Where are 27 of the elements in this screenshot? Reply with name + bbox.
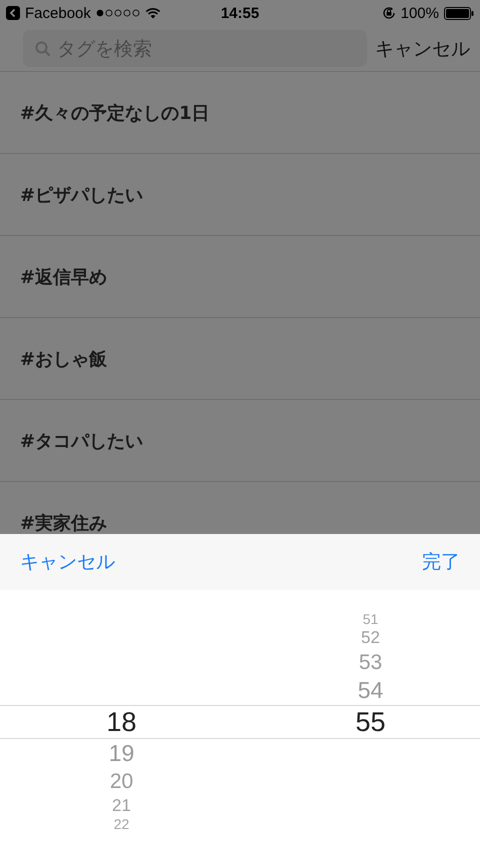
picker-option[interactable]: 53 [358,649,382,676]
picker-option[interactable]: 22 [114,817,130,832]
tag-item[interactable]: #実家住み [20,510,108,534]
back-app-label[interactable]: Facebook [25,4,91,22]
tag-item[interactable]: #ピザパしたい [20,182,144,206]
rotation-lock-icon [382,6,396,20]
clock: 14:55 [220,4,260,22]
picker-option[interactable]: 21 [112,795,131,817]
picker-option[interactable]: 19 [108,739,134,768]
battery-icon [444,6,474,20]
tag-item[interactable]: #返信早め [20,264,108,288]
done-button[interactable]: 完了 [422,549,460,575]
signal-icon [96,9,140,17]
tag-item[interactable]: #久々の予定なしの1日 [20,100,210,124]
back-icon[interactable] [6,6,20,20]
picker-selected-option[interactable]: 55 [355,706,386,738]
cancel-button[interactable]: キャンセル [20,549,115,575]
picker-option[interactable]: 54 [358,676,384,705]
wifi-icon [144,7,161,19]
picker-selected-option[interactable]: 18 [106,706,137,738]
battery-percent: 100% [400,4,439,22]
picker-option[interactable]: 20 [110,768,134,795]
cancel-button[interactable]: キャンセル [375,36,470,62]
tag-item[interactable]: #おしゃ飯 [20,346,108,370]
picker-option[interactable]: 51 [362,612,378,627]
picker-option[interactable]: 52 [361,627,380,649]
tag-item[interactable]: #タコパしたい [20,428,144,452]
